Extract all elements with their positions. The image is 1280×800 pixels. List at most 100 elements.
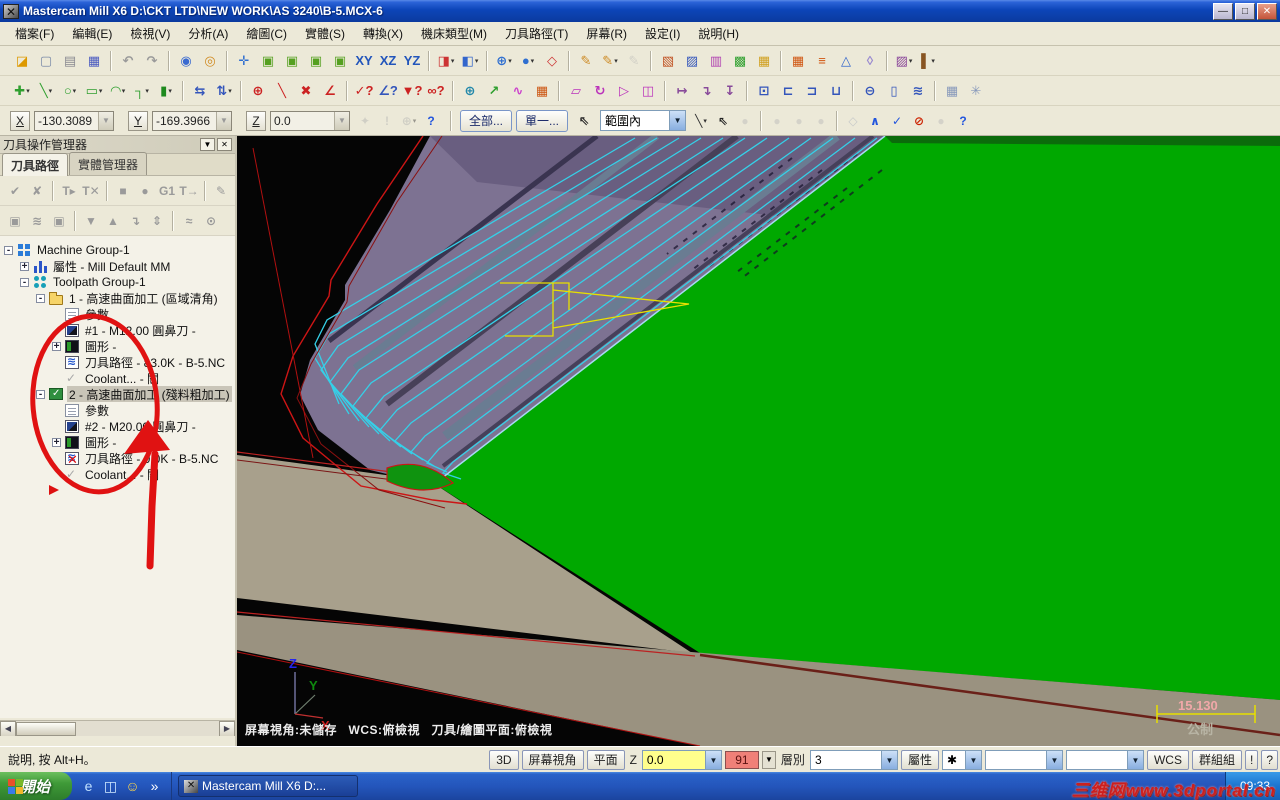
chain-line-button[interactable]: ╲ ▾ (690, 110, 712, 132)
title-bar[interactable]: ✕ Mastercam Mill X6 D:\CKT LTD\NEW WORK\… (0, 0, 1280, 22)
open-file-button[interactable]: ◪ (10, 49, 34, 73)
gview-right-button[interactable]: ▣ (304, 49, 328, 73)
line-width-select[interactable]: ▼ (1065, 749, 1144, 770)
scroll-insert-button[interactable]: ⇕ (146, 210, 168, 232)
select-last-button[interactable]: ● (734, 110, 756, 132)
z-depth-field[interactable]: 0.0 ▼ (641, 749, 722, 770)
lock-selected-button[interactable]: ▣ (4, 210, 26, 232)
gview-front-button[interactable]: ▣ (280, 49, 304, 73)
regen-selected-button[interactable]: T▸ (58, 180, 80, 202)
delete-extra-button[interactable]: ✎ ▾ (598, 49, 622, 73)
level-dropdown-icon[interactable]: ▼ (880, 750, 897, 769)
delete-entity-button[interactable]: ✎ (574, 49, 598, 73)
close-button[interactable]: ✕ (1257, 2, 1277, 20)
select-window-button[interactable]: ● (766, 110, 788, 132)
plane-xz-button[interactable]: XZ (376, 49, 400, 73)
level-field[interactable]: 3 ▼ (809, 749, 898, 770)
highfeed-edit-button[interactable]: ✎ (210, 180, 232, 202)
analyze-dynamic-button[interactable]: ✖ (294, 79, 318, 103)
screen-config-3-button[interactable]: ▥ (704, 49, 728, 73)
menu-item[interactable]: 檢視(V) (121, 22, 179, 45)
y-dropdown-icon[interactable]: ▼ (216, 111, 231, 130)
tree-item[interactable]: #2 - M20.00 圓鼻刀 - (0, 418, 235, 434)
cplane-cube-button[interactable]: ◧ ▾ (458, 49, 482, 73)
select-single-button[interactable]: 單一... (516, 109, 569, 132)
expand-box-icon[interactable]: + (20, 261, 29, 271)
tree-item[interactable]: + 圖形 - (0, 338, 235, 354)
menu-item[interactable]: 說明(H) (689, 22, 748, 45)
restore-button[interactable]: □ (1235, 2, 1255, 20)
tree-item[interactable]: + 圖形 - (0, 434, 235, 450)
selection-cursor-button[interactable]: ⇖ (572, 109, 596, 133)
create-fillet-button[interactable]: ◠ ▾ (106, 79, 130, 103)
color-dropdown-button[interactable]: ▼ (761, 750, 776, 769)
x-coord-button[interactable]: X (10, 110, 30, 131)
analyze-position-button[interactable]: ⊕ (246, 79, 270, 103)
tree-item[interactable] (0, 482, 235, 498)
select-all-ops-button[interactable]: ✔ (4, 180, 26, 202)
menu-item[interactable]: 轉換(X) (354, 22, 412, 45)
save-button[interactable]: ▦ (82, 49, 106, 73)
plane-yz-button[interactable]: YZ (400, 49, 424, 73)
panel-collapse-button[interactable]: ▼ (200, 138, 215, 151)
menu-item[interactable]: 設定(I) (636, 22, 689, 45)
z-dropdown-icon[interactable]: ▼ (334, 111, 349, 130)
select-up-button[interactable]: ∧ (864, 110, 886, 132)
xform-mirror-2-button[interactable]: ◫ (636, 79, 660, 103)
hide-entity-button[interactable]: △ (834, 49, 858, 73)
taskbar-task-button[interactable]: ✕ Mastercam Mill X6 D:... (178, 775, 359, 797)
screen-view-button[interactable]: 屏幕視角 (521, 749, 584, 770)
xform-scale-button[interactable]: ▷ (612, 79, 636, 103)
machine-drill-button[interactable]: ⊔ (824, 79, 848, 103)
menu-item[interactable]: 屏幕(R) (577, 22, 636, 45)
select-all-button[interactable]: 全部... (460, 109, 513, 132)
attribute-brush-button[interactable]: ▌ ▾ (916, 49, 940, 73)
color-swatch[interactable]: 91 (724, 750, 759, 769)
tab-solids-manager[interactable]: 實體管理器 (69, 152, 148, 175)
x-dropdown-icon[interactable]: ▼ (98, 111, 113, 130)
create-chamfer-button[interactable]: ┐ ▾ (130, 79, 154, 103)
machine-pocket-button[interactable]: ⊡ (752, 79, 776, 103)
new-file-button[interactable]: ▢ (34, 49, 58, 73)
undelete-button[interactable]: ✎ (622, 49, 646, 73)
move-down-button[interactable]: ▼ (80, 210, 102, 232)
curve-sphere-button[interactable]: ⊕ (458, 79, 482, 103)
gview-top-button[interactable]: ▣ (256, 49, 280, 73)
tree-item[interactable]: Coolant... - 關 (0, 370, 235, 386)
tree-item[interactable]: #1 - M12.00 圓鼻刀 - (0, 322, 235, 338)
verify-stop-button[interactable]: ■ (112, 180, 134, 202)
z-coord-field[interactable]: 0.0 ▼ (270, 110, 350, 131)
analyze-surface-button[interactable]: ∠? (376, 79, 400, 103)
line-style-select[interactable]: ▼ (984, 749, 1063, 770)
explorer-icon[interactable]: ◫ (102, 778, 119, 795)
gview-isometric-button[interactable]: ▣ (328, 49, 352, 73)
start-button[interactable]: 開始 (0, 772, 73, 800)
tree-item[interactable]: - 1 - 高速曲面加工 (區域清角) (0, 290, 235, 306)
tree-item[interactable]: 參數 (0, 306, 235, 322)
tree-item[interactable]: - Machine Group-1 (0, 242, 235, 258)
tree-item[interactable]: 刀具路徑 - 0.0K - B-5.NC (0, 450, 235, 466)
menu-item[interactable]: 檔案(F) (6, 22, 63, 45)
select-validate-button[interactable]: ✓ (886, 110, 908, 132)
machine-face-button[interactable]: ⊐ (800, 79, 824, 103)
panel-close-button[interactable]: ✕ (217, 138, 232, 151)
collapse-box-icon[interactable]: - (36, 293, 45, 303)
toolpath-display-button[interactable]: ≋ (26, 210, 48, 232)
bang-button[interactable]: ! (1244, 749, 1259, 770)
plane-button[interactable]: 平面 (586, 749, 625, 770)
y-coord-field[interactable]: -169.3966 ▼ (152, 110, 232, 131)
line-style-dropdown-icon[interactable]: ▼ (1045, 750, 1062, 769)
expand-box-icon[interactable]: + (52, 341, 61, 351)
menu-item[interactable]: 繪圖(C) (237, 22, 296, 45)
g1-backplot-button[interactable]: G1 (156, 180, 178, 202)
selection-range-select[interactable]: 範圍內 ▼ (600, 110, 687, 131)
select-associated-button[interactable]: ⊙ (200, 210, 222, 232)
wcs-button[interactable]: WCS (1146, 749, 1189, 770)
create-solid-button[interactable]: ▮ ▾ (154, 79, 178, 103)
xform-offset-button[interactable]: ▱ (564, 79, 588, 103)
expand-box-icon[interactable]: + (52, 437, 61, 447)
hide-toolpath-button[interactable]: ≈ (178, 210, 200, 232)
xform-project-button[interactable]: ↦ (670, 79, 694, 103)
post-selected-button[interactable]: T→ (178, 180, 200, 202)
wcs-globe-button[interactable]: ⊕ ▾ (492, 49, 516, 73)
